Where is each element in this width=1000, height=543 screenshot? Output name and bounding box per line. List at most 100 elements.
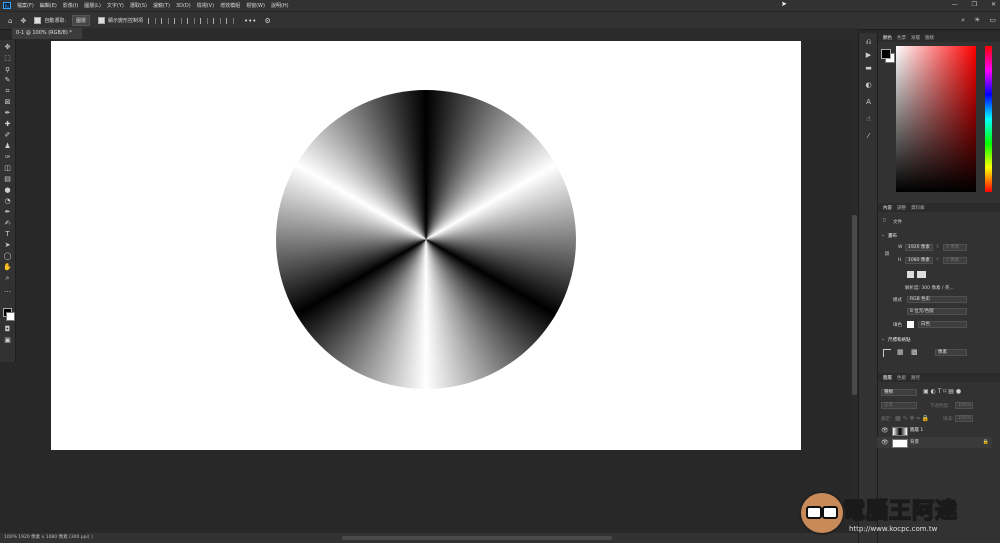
align-right-icon[interactable] [174, 17, 183, 24]
menu-help[interactable]: 說明(H) [271, 2, 289, 9]
align-left-icon[interactable] [148, 17, 157, 24]
discover-icon[interactable]: ☀ [974, 16, 980, 25]
visibility-eye-icon[interactable]: 👁 [881, 437, 889, 448]
settings-gear-icon[interactable]: ⚙ [264, 17, 270, 25]
brush-icon[interactable]: ✐ [3, 131, 12, 140]
search-icon[interactable]: ⌕ [961, 16, 965, 25]
auto-select-checkbox[interactable] [34, 17, 42, 24]
comments-panel-icon[interactable]: ▬ [864, 64, 873, 73]
filter-icons[interactable]: ▣ ◐ T ⌑ ▤ ● [923, 388, 961, 395]
y-field[interactable]: 0 像素 [943, 257, 967, 264]
chevron-down-icon[interactable]: ⌄ [881, 233, 885, 238]
character-panel-icon[interactable]: A [864, 98, 873, 107]
brush-panel-icon[interactable]: ⁄ [864, 132, 873, 141]
gradient-icon[interactable]: ▤ [3, 175, 12, 184]
tab-color[interactable]: 顏色 [883, 35, 892, 41]
background-color-swatch[interactable] [6, 312, 15, 321]
touch-panel-icon[interactable]: ☝ [864, 115, 873, 124]
align-bottom-icon[interactable] [213, 17, 222, 24]
pen-icon[interactable]: ✒ [3, 208, 12, 217]
guides-icon[interactable]: ▩ [911, 348, 918, 356]
layer-row[interactable]: 👁 背景 🔒 [877, 437, 992, 448]
menu-3d[interactable]: 3D(D) [176, 3, 191, 9]
type-icon[interactable]: T [3, 230, 12, 239]
units-dropdown[interactable]: 像素 [935, 349, 967, 356]
bit-depth-dropdown[interactable]: 8 位元/色版 [907, 308, 967, 315]
tab-gradients[interactable]: 漸層 [911, 35, 920, 41]
hand-icon[interactable]: ✋ [3, 263, 12, 272]
portrait-icon[interactable] [907, 271, 914, 278]
menu-edit[interactable]: 編輯(E) [40, 2, 57, 9]
screen-mode-icon[interactable]: ▣ [3, 336, 12, 345]
auto-select-dropdown[interactable]: 圖層 [72, 15, 91, 26]
layer-row[interactable]: 👁 圖層 1 [877, 425, 992, 436]
actions-panel-icon[interactable]: ▶ [864, 51, 873, 60]
history-panel-icon[interactable]: ⎌ [864, 38, 873, 47]
quick-mask-icon[interactable]: ◘ [3, 325, 12, 334]
home-icon[interactable]: ⌂ [8, 17, 12, 25]
vertical-scroll-thumb[interactable] [852, 215, 857, 395]
ruler-icon[interactable] [883, 349, 891, 357]
transform-controls-checkbox[interactable] [98, 17, 106, 24]
opacity-field[interactable]: 100% [955, 402, 973, 409]
marquee-icon[interactable]: ⬚ [3, 54, 12, 63]
width-field[interactable]: 1920 像素 [905, 244, 933, 251]
clone-stamp-icon[interactable]: ♟ [3, 142, 12, 151]
adjust-panel-icon[interactable]: ◐ [864, 81, 873, 90]
tab-layers[interactable]: 圖層 [883, 375, 892, 381]
lasso-icon[interactable]: ϙ [3, 65, 12, 74]
grid-icon[interactable]: ▦ [897, 348, 904, 356]
distribute-icon[interactable] [226, 17, 235, 24]
more-tools-icon[interactable]: … [3, 286, 12, 295]
eraser-icon[interactable]: ◫ [3, 164, 12, 173]
fill-percent-field[interactable]: 100% [955, 415, 973, 422]
blend-mode-dropdown[interactable]: 正常 [881, 402, 917, 409]
move-tool-icon[interactable]: ✥ [20, 17, 26, 25]
horizontal-scroll-thumb[interactable] [342, 536, 612, 540]
menu-select[interactable]: 選取(S) [130, 2, 147, 9]
panel-foreground-swatch[interactable] [881, 49, 891, 59]
align-top-icon[interactable] [187, 17, 196, 24]
menu-view[interactable]: 檢視(V) [197, 2, 214, 9]
landscape-icon[interactable] [917, 271, 926, 278]
align-middle-icon[interactable] [200, 17, 209, 24]
x-field[interactable]: 0 像素 [943, 244, 967, 251]
menu-image[interactable]: 影像(I) [63, 2, 78, 9]
menu-filter[interactable]: 濾鏡(T) [153, 2, 170, 9]
dodge-icon[interactable]: ◔ [3, 197, 12, 206]
align-center-icon[interactable] [161, 17, 170, 24]
healing-brush-icon[interactable]: ✚ [3, 120, 12, 129]
move-icon[interactable]: ✥ [3, 43, 12, 52]
tab-swatches[interactable]: 色票 [897, 35, 906, 41]
eyedropper-icon[interactable]: ✒ [3, 109, 12, 118]
tab-libraries[interactable]: 資料庫 [911, 205, 925, 211]
document-canvas[interactable] [51, 41, 801, 450]
visibility-eye-icon[interactable]: 👁 [881, 425, 889, 436]
tab-adjustments[interactable]: 調整 [897, 205, 906, 211]
quick-select-icon[interactable]: ✎ [3, 76, 12, 85]
chevron-down-icon[interactable]: ⌄ [881, 337, 885, 342]
tab-channels[interactable]: 色版 [897, 375, 906, 381]
fill-color-swatch[interactable] [907, 321, 914, 328]
restore-button[interactable]: ❐ [972, 1, 977, 8]
minimize-button[interactable]: — [952, 1, 958, 8]
lock-icons[interactable]: ▦ ✎ ✥ ⌗ 🔒 [895, 415, 929, 423]
color-picker-field[interactable] [896, 46, 976, 192]
layer-kind-filter[interactable]: 種類 [881, 389, 917, 396]
more-options-button[interactable]: ••• [244, 17, 256, 25]
height-field[interactable]: 1080 像素 [905, 257, 933, 264]
zoom-icon[interactable]: ⌕ [3, 274, 12, 283]
frame-icon[interactable]: ⊠ [3, 98, 12, 107]
tab-paths[interactable]: 路徑 [911, 375, 920, 381]
history-brush-icon[interactable]: ✑ [3, 153, 12, 162]
blur-icon[interactable]: ● [3, 186, 12, 195]
close-button[interactable]: ✕ [991, 1, 996, 8]
crop-icon[interactable]: ⌗ [3, 87, 12, 96]
tab-properties[interactable]: 內容 [883, 205, 892, 211]
menu-type[interactable]: 文字(Y) [107, 2, 124, 9]
mode-dropdown[interactable]: RGB 色彩 [907, 296, 967, 303]
menu-layer[interactable]: 圖層(L) [84, 2, 101, 9]
menu-plugins[interactable]: 增效模組 [220, 2, 240, 9]
document-tab[interactable]: 0-1 @ 100% (RGB/8) * [12, 28, 82, 39]
ellipse-icon[interactable]: ◯ [3, 252, 12, 261]
